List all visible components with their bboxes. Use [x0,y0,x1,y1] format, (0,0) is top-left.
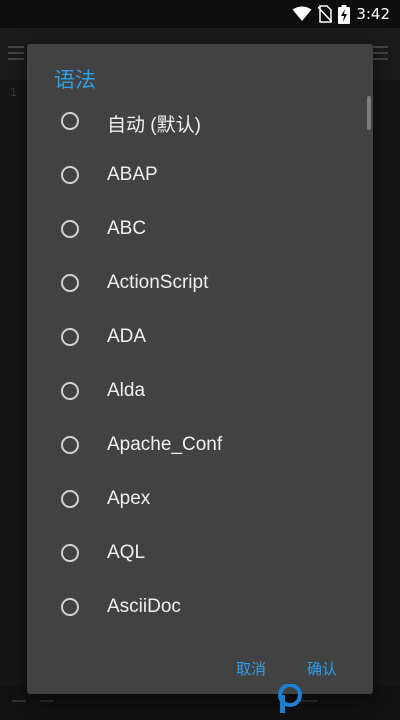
option-apex[interactable]: Apex [27,474,373,528]
radio-button[interactable] [61,328,79,346]
option-label: ActionScript [107,272,209,293]
option-aql[interactable]: AQL [27,528,373,582]
option-actionscript[interactable]: ActionScript [27,258,373,312]
option-label: ABC [107,218,147,239]
overflow-menu-icon [372,46,388,60]
option-alda[interactable]: Alda [27,366,373,420]
option-label: Alda [107,380,146,401]
syntax-dialog: 语法 自动 (默认) ABAP ABC ActionScript ADA Ald… [27,44,373,694]
radio-button[interactable] [61,598,79,616]
option-label: ADA [107,326,147,347]
radio-button[interactable] [61,112,79,130]
option-ada[interactable]: ADA [27,312,373,366]
line-number: 1 [10,86,17,99]
option-label: 自动 (默认) [107,115,201,136]
radio-button[interactable] [61,382,79,400]
option-abc[interactable]: ABC [27,204,373,258]
status-bar: 3:42 [0,0,400,28]
option-auto[interactable]: 自动 (默认) [27,96,373,150]
syntax-options-list[interactable]: 自动 (默认) ABAP ABC ActionScript ADA Alda A… [27,96,373,636]
confirm-button[interactable]: 确认 [307,658,337,679]
radio-button[interactable] [61,490,79,508]
radio-button[interactable] [61,544,79,562]
option-apache-conf[interactable]: Apache_Conf [27,420,373,474]
option-abap[interactable]: ABAP [27,150,373,204]
watermark-logo [278,684,302,713]
status-icons: 3:42 [292,4,390,24]
menu-icon [8,46,24,60]
scrollbar[interactable] [367,96,371,130]
cancel-button[interactable]: 取消 [236,658,266,679]
option-label: ABAP [107,164,158,185]
radio-button[interactable] [61,274,79,292]
dialog-title: 语法 [54,68,96,92]
radio-button[interactable] [61,220,79,238]
option-label: AsciiDoc [107,596,181,617]
wifi-icon [292,6,312,21]
battery-charging-icon [338,4,351,24]
option-label: AQL [107,542,146,563]
no-sim-icon [318,5,333,23]
option-asciidoc[interactable]: AsciiDoc [27,582,373,636]
watermark [276,682,400,720]
option-label: Apex [107,488,151,509]
radio-button[interactable] [61,166,79,184]
radio-button[interactable] [61,436,79,454]
status-time: 3:42 [356,5,390,23]
option-label: Apache_Conf [107,434,223,455]
